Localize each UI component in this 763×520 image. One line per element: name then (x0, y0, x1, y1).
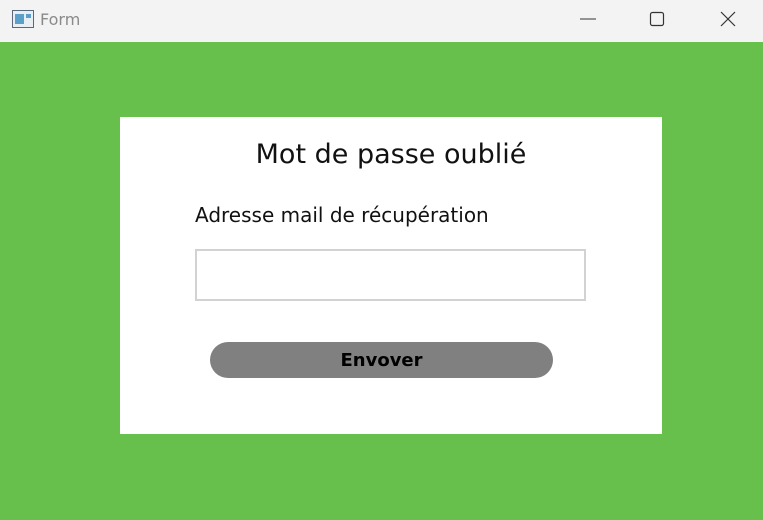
close-icon (720, 11, 736, 31)
close-button[interactable] (693, 0, 763, 42)
maximize-icon (649, 11, 665, 31)
forgot-password-card: Mot de passe oublié Adresse mail de récu… (120, 117, 662, 434)
send-button[interactable]: Envover (210, 342, 553, 378)
minimize-icon (580, 11, 596, 31)
minimize-button[interactable] (553, 0, 623, 42)
form-title: Mot de passe oublié (255, 139, 527, 170)
maximize-button[interactable] (622, 0, 692, 42)
recovery-email-input[interactable] (195, 249, 586, 301)
app-window-icon (12, 10, 34, 28)
window-title: Form (40, 10, 81, 29)
window-titlebar: Form (0, 0, 763, 42)
email-label: Adresse mail de récupération (195, 203, 489, 227)
